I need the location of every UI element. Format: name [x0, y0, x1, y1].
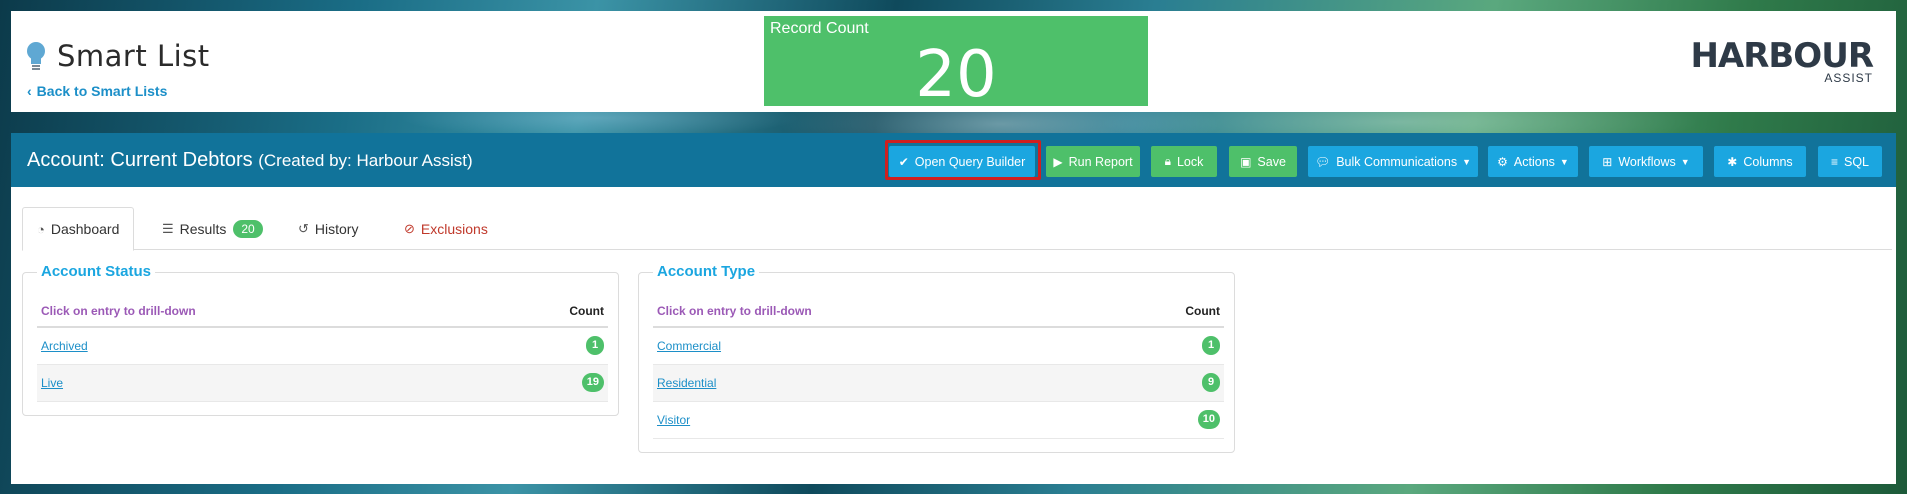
chevron-left-icon: ‹: [27, 83, 32, 99]
dashboard-icon: ◔: [37, 221, 45, 237]
harbour-assist-logo: HARBOUR ASSIST: [1690, 36, 1874, 85]
table-row: Residential 9: [653, 364, 1224, 402]
count-badge: 1: [586, 336, 604, 356]
results-count-badge: 20: [233, 219, 263, 238]
record-count-value: 20: [915, 38, 997, 112]
count-cell: 19: [489, 364, 608, 402]
columns-button[interactable]: ✱ Columns: [1714, 146, 1806, 177]
actions-icon: ⚙: [1497, 154, 1508, 169]
count-cell: 9: [1105, 364, 1224, 402]
count-badge: 1: [1202, 336, 1220, 356]
tab-history-label: History: [314, 220, 359, 237]
count-badge: 9: [1202, 373, 1220, 392]
tab-dashboard-label: Dashboard: [50, 221, 120, 237]
main-content: ◔ Dashboard ☰ Results 20 ↺ History ⊘ Exc…: [11, 187, 1896, 484]
bulk-communications-dropdown[interactable]: 💬︎ Bulk Communications ▼: [1308, 146, 1478, 177]
count-header: Count: [489, 295, 608, 328]
account-status-table: Click on entry to drill-down Count Archi…: [37, 295, 608, 402]
drill-down-hint: Click on entry to drill-down: [653, 295, 1106, 328]
status-live-link[interactable]: Live: [37, 364, 490, 402]
sql-button[interactable]: ≡ SQL: [1818, 146, 1882, 177]
account-type-table: Click on entry to drill-down Count Comme…: [653, 295, 1224, 439]
type-visitor-link[interactable]: Visitor: [653, 401, 1106, 439]
tab-results-label: Results: [179, 220, 227, 237]
comments-icon: 💬︎: [1314, 154, 1331, 169]
account-type-title: Account Type: [653, 263, 760, 280]
tab-exclusions[interactable]: ⊘ Exclusions: [390, 207, 502, 250]
tab-exclusions-label: Exclusions: [420, 220, 488, 237]
table-row: Live 19: [37, 364, 608, 402]
back-to-smart-lists-link[interactable]: ‹ Back to Smart Lists: [27, 83, 167, 99]
lock-label: Lock: [1176, 154, 1204, 169]
lock-icon: 🔒︎: [1164, 154, 1171, 168]
list-title-main: Account: Current Debtors: [27, 149, 253, 171]
sql-label: SQL: [1844, 154, 1870, 169]
list-title: Account: Current Debtors (Created by: Ha…: [27, 149, 473, 172]
workflows-dropdown[interactable]: ⊞ Workflows ▼: [1589, 146, 1703, 177]
title-row: Smart List: [25, 39, 210, 73]
caret-down-icon: ▼: [1680, 156, 1690, 167]
table-header-row: Click on entry to drill-down Count: [37, 295, 608, 328]
count-cell: 10: [1105, 401, 1224, 439]
record-count-box: Record Count 20: [764, 16, 1148, 112]
history-icon: ↺: [298, 220, 309, 236]
account-status-title: Account Status: [37, 263, 156, 280]
table-header-row: Click on entry to drill-down Count: [653, 295, 1224, 328]
ban-icon: ⊘: [404, 220, 415, 236]
tab-history[interactable]: ↺ History: [284, 207, 372, 250]
caret-down-icon: ▼: [1559, 156, 1569, 167]
page-title: Smart List: [57, 39, 210, 73]
caret-down-icon: ▼: [1462, 156, 1472, 167]
save-icon: ▣: [1240, 154, 1252, 169]
actions-label: Actions: [1513, 154, 1555, 169]
run-report-label: Run Report: [1068, 154, 1133, 169]
play-icon: ▶: [1053, 154, 1063, 169]
columns-label: Columns: [1743, 154, 1793, 169]
logo-main-text: HARBOUR: [1690, 36, 1874, 76]
lightbulb-icon: [27, 42, 45, 70]
lock-button[interactable]: 🔒︎ Lock: [1151, 146, 1217, 177]
back-link-label: Back to Smart Lists: [36, 83, 168, 99]
sitemap-icon: ⊞: [1602, 154, 1613, 169]
highlight-box: [885, 140, 1041, 180]
status-archived-link[interactable]: Archived: [37, 327, 490, 365]
save-button[interactable]: ▣ Save: [1229, 146, 1297, 177]
table-row: Visitor 10: [653, 401, 1224, 439]
bulk-communications-label: Bulk Communications: [1336, 154, 1458, 169]
account-type-panel: Account Type Click on entry to drill-dow…: [638, 263, 1235, 453]
database-icon: ≡: [1830, 154, 1838, 169]
cog-icon: ✱: [1727, 154, 1738, 169]
table-row: Archived 1: [37, 327, 608, 365]
count-cell: 1: [489, 327, 608, 365]
count-badge: 10: [1197, 410, 1220, 429]
save-label: Save: [1257, 154, 1286, 169]
count-header: Count: [1105, 295, 1224, 328]
tab-bar: ◔ Dashboard ☰ Results 20 ↺ History ⊘ Exc…: [22, 207, 1892, 251]
list-title-subtitle: (Created by: Harbour Assist): [258, 151, 473, 170]
workflows-label: Workflows: [1618, 154, 1676, 169]
type-commercial-link[interactable]: Commercial: [653, 327, 1106, 365]
list-icon: ☰: [162, 220, 174, 236]
drill-down-hint: Click on entry to drill-down: [37, 295, 490, 328]
record-count-label: Record Count: [770, 20, 869, 37]
table-row: Commercial 1: [653, 327, 1224, 365]
type-residential-link[interactable]: Residential: [653, 364, 1106, 402]
count-badge: 19: [581, 373, 604, 392]
count-cell: 1: [1105, 327, 1224, 365]
actions-dropdown[interactable]: ⚙ Actions ▼: [1488, 146, 1578, 177]
run-report-button[interactable]: ▶ Run Report: [1046, 146, 1140, 177]
account-status-panel: Account Status Click on entry to drill-d…: [22, 263, 619, 416]
tab-results[interactable]: ☰ Results 20: [148, 207, 277, 250]
tab-dashboard[interactable]: ◔ Dashboard: [22, 207, 135, 251]
